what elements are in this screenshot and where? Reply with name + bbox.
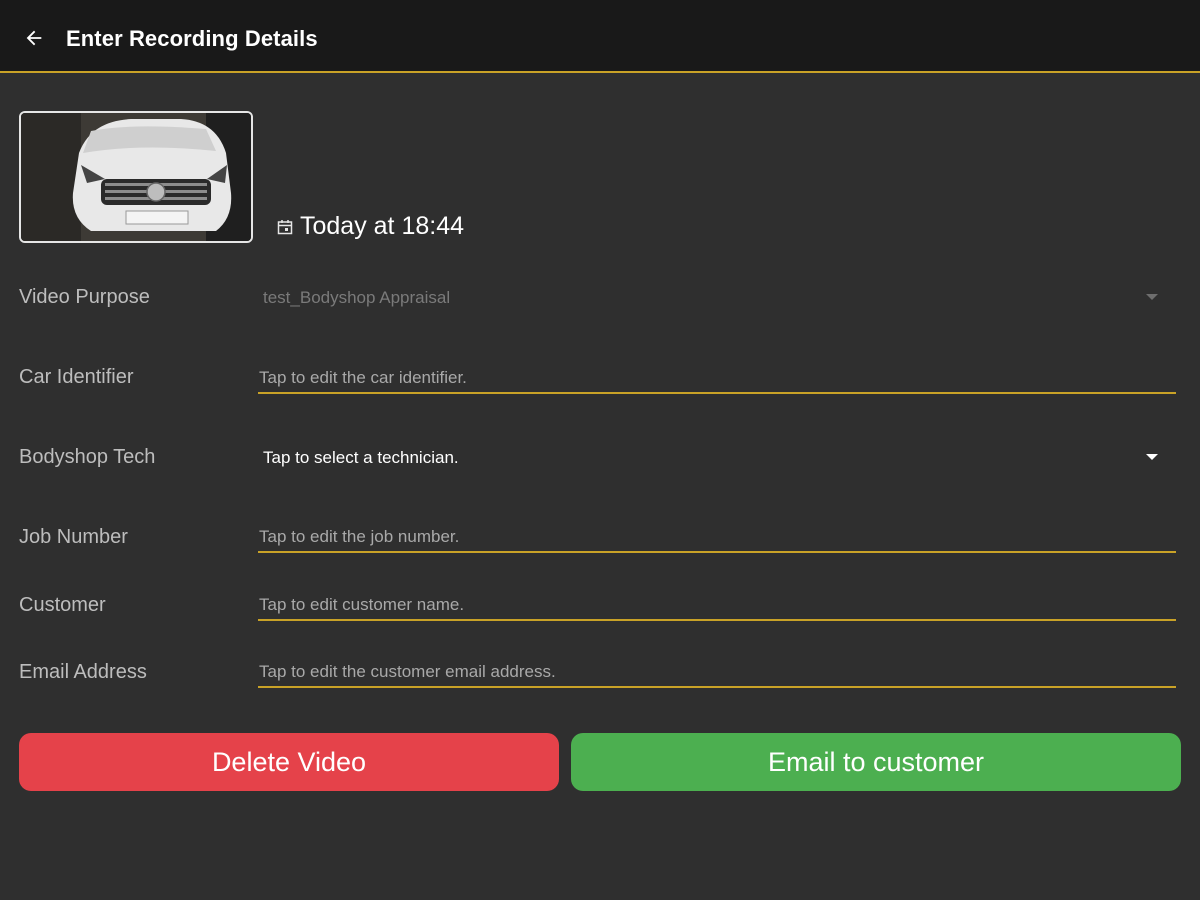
page-title: Enter Recording Details (66, 26, 318, 51)
car-identifier-placeholder: Tap to edit the car identifier. (259, 368, 467, 387)
email-to-customer-button[interactable]: Email to customer (571, 733, 1181, 791)
bodyshop-tech-dropdown[interactable]: Tap to select a technician. (258, 440, 1176, 476)
calendar-icon (276, 218, 294, 236)
job-number-placeholder: Tap to edit the job number. (259, 527, 460, 546)
bodyshop-tech-label: Bodyshop Tech (19, 446, 156, 468)
job-number-field[interactable]: Tap to edit the job number. (258, 513, 1176, 553)
car-identifier-label: Car Identifier (19, 366, 134, 388)
email-address-label: Email Address (19, 661, 147, 683)
video-thumbnail[interactable] (19, 111, 253, 243)
job-number-underline (258, 551, 1176, 553)
customer-underline (258, 619, 1176, 621)
caret-down-icon (1146, 454, 1158, 460)
email-address-placeholder: Tap to edit the customer email address. (259, 662, 556, 681)
bodyshop-tech-value: Tap to select a technician. (263, 448, 459, 467)
timestamp-text: Today at 18:44 (300, 212, 465, 240)
app-bar: Enter Recording Details (0, 0, 1200, 73)
car-identifier-field[interactable]: Tap to edit the car identifier. (258, 354, 1176, 394)
back-button[interactable] (18, 22, 50, 54)
delete-video-button[interactable]: Delete Video (19, 733, 559, 791)
video-purpose-value: test_Bodyshop Appraisal (263, 288, 451, 307)
video-purpose-label: Video Purpose (19, 286, 150, 308)
email-address-underline (258, 686, 1176, 688)
car-thumbnail-image (21, 113, 251, 241)
job-number-label: Job Number (19, 526, 128, 548)
email-address-field[interactable]: Tap to edit the customer email address. (258, 648, 1176, 688)
arrow-left-icon (26, 30, 42, 46)
customer-placeholder: Tap to edit customer name. (259, 595, 465, 614)
caret-down-icon (1146, 294, 1158, 300)
car-identifier-underline (258, 392, 1176, 394)
customer-field[interactable]: Tap to edit customer name. (258, 581, 1176, 621)
video-purpose-dropdown[interactable]: test_Bodyshop Appraisal (258, 280, 1176, 316)
customer-label: Customer (19, 594, 106, 616)
recording-timestamp: Today at 18:44 (276, 212, 464, 241)
